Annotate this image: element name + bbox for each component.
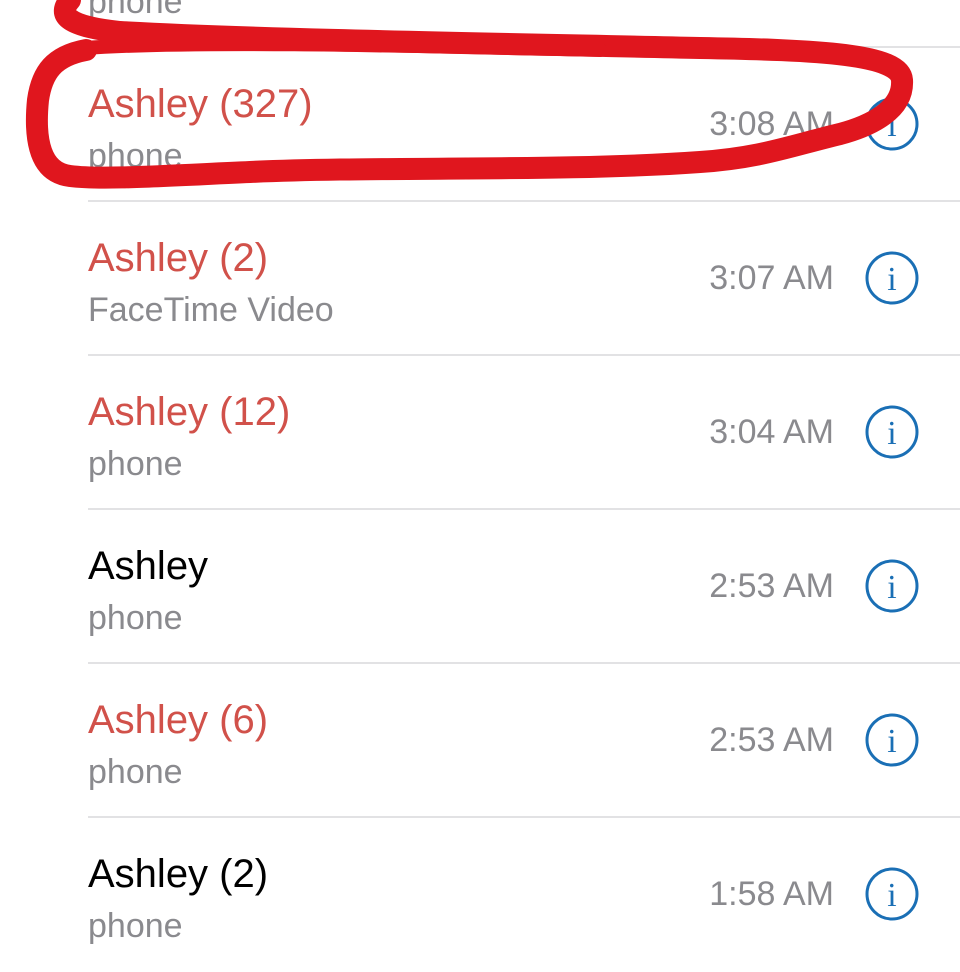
contact-name: Ashley <box>88 544 209 588</box>
contact-name: Ashley (327) <box>88 82 313 126</box>
svg-text:i: i <box>887 569 896 606</box>
call-type: phone <box>88 137 183 175</box>
call-type: phone <box>88 0 183 21</box>
svg-text:i: i <box>887 261 896 298</box>
contact-name: Ashley (12) <box>88 390 291 434</box>
info-circle-icon: i <box>865 713 919 767</box>
svg-text:i: i <box>887 415 896 452</box>
call-row[interactable]: Ashley (2) phone 1:58 AM i <box>0 818 960 972</box>
call-type: FaceTime Video <box>88 291 334 329</box>
call-time: 2:53 AM <box>709 721 834 759</box>
call-type: phone <box>88 753 183 791</box>
call-time: 3:08 AM <box>709 105 834 143</box>
call-row[interactable]: Ashley (327) phone 3:08 AM i <box>0 48 960 202</box>
info-button[interactable]: i <box>864 866 920 922</box>
info-circle-icon: i <box>865 405 919 459</box>
contact-name: Ashley (2) <box>88 236 269 280</box>
call-type: phone <box>88 445 183 483</box>
call-time: 3:04 AM <box>709 413 834 451</box>
info-button[interactable]: i <box>864 250 920 306</box>
call-time: 2:53 AM <box>709 567 834 605</box>
info-button[interactable]: i <box>864 404 920 460</box>
info-circle-icon: i <box>865 97 919 151</box>
info-circle-icon: i <box>865 559 919 613</box>
call-type: phone <box>88 599 183 637</box>
svg-text:i: i <box>887 723 896 760</box>
call-row[interactable]: Ashley phone 2:53 AM i <box>0 510 960 664</box>
info-button[interactable]: i <box>864 558 920 614</box>
call-row[interactable]: Ashley (2) FaceTime Video 3:07 AM i <box>0 202 960 356</box>
recent-calls-list: phone i Ashley (327) phone 3:08 AM i Ash… <box>0 0 960 956</box>
svg-text:i: i <box>887 107 896 144</box>
contact-name: Ashley (2) <box>88 852 269 896</box>
info-button[interactable]: i <box>864 712 920 768</box>
call-row[interactable]: phone i <box>0 0 960 48</box>
call-type: phone <box>88 907 183 945</box>
call-row[interactable]: Ashley (12) phone 3:04 AM i <box>0 356 960 510</box>
info-button[interactable]: i <box>864 96 920 152</box>
call-row[interactable]: Ashley (6) phone 2:53 AM i <box>0 664 960 818</box>
svg-text:i: i <box>887 877 896 914</box>
call-time: 1:58 AM <box>709 875 834 913</box>
info-circle-icon: i <box>865 251 919 305</box>
contact-name: Ashley (6) <box>88 698 269 742</box>
call-time: 3:07 AM <box>709 259 834 297</box>
info-circle-icon: i <box>865 867 919 921</box>
